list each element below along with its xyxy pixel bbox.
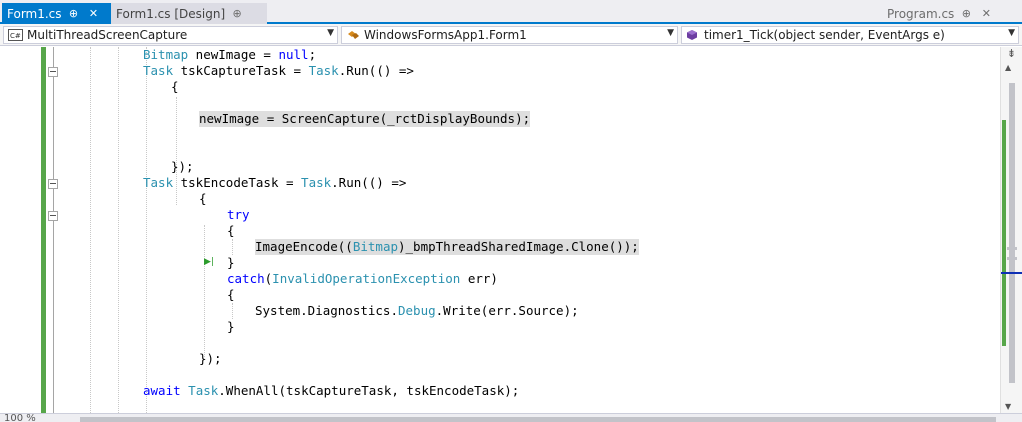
code-line: Bitmap newImage = null; — [143, 47, 317, 62]
method-icon — [686, 29, 700, 41]
csharp-project-icon: C# — [8, 29, 23, 41]
code-line: }); — [199, 351, 222, 366]
code-line: try — [227, 207, 250, 222]
type-name: WindowsFormsApp1.Form1 — [364, 28, 527, 42]
indent-guide — [232, 239, 233, 255]
code-line: catch(InvalidOperationException err) — [227, 271, 498, 286]
indent-guide — [232, 303, 233, 319]
code-line: { — [199, 191, 207, 206]
svg-text:C#: C# — [10, 32, 21, 40]
type-dropdown[interactable]: WindowsFormsApp1.Form1 ▼ — [341, 26, 678, 44]
chevron-down-icon: ▼ — [1008, 28, 1015, 38]
change-tracking-margin — [41, 47, 46, 413]
tab-close-icon[interactable]: ✕ — [86, 7, 102, 20]
indent-guide — [118, 47, 119, 413]
tab-close-icon[interactable]: ✕ — [978, 7, 994, 20]
tab-pin-icon[interactable]: ⊕ — [958, 7, 974, 20]
tab-form1-cs[interactable]: Form1.cs ⊕ ✕ — [2, 3, 111, 24]
code-line-highlighted: newImage = ScreenCapture(_rctDisplayBoun… — [199, 111, 531, 127]
member-name: timer1_Tick(object sender, EventArgs e) — [704, 28, 945, 42]
member-dropdown[interactable]: timer1_Tick(object sender, EventArgs e) … — [681, 26, 1019, 44]
collapse-icon[interactable] — [48, 211, 58, 221]
tab-form1-design[interactable]: Form1.cs [Design] ⊕ — [111, 3, 267, 24]
tab-label: Program.cs — [887, 6, 955, 21]
code-line: }); — [171, 159, 194, 174]
code-line: } — [227, 319, 235, 334]
scroll-up-icon[interactable]: ▲ — [1005, 63, 1011, 72]
code-line: System.Diagnostics.Debug.Write(err.Sourc… — [255, 303, 579, 318]
tab-label: Form1.cs [Design] — [116, 6, 226, 21]
scrollbar-caret-marker — [1001, 272, 1022, 274]
next-statement-icon[interactable]: ▶| — [204, 256, 218, 268]
outline-line — [53, 47, 54, 413]
chevron-down-icon: ▼ — [667, 28, 674, 38]
code-editor[interactable]: Bitmap newImage = null; Task tskCaptureT… — [0, 47, 1000, 413]
scrollbar-highlight-marker — [1007, 257, 1017, 260]
tab-pin-icon[interactable]: ⊕ — [229, 7, 245, 20]
scrollbar-highlight-marker — [1007, 247, 1017, 250]
code-line: { — [227, 223, 235, 238]
horizontal-scrollbar-thumb[interactable] — [80, 417, 996, 422]
tab-label: Form1.cs — [7, 6, 62, 21]
vertical-scrollbar[interactable]: ⇟ ▲ ▼ — [1000, 47, 1022, 413]
scrollbar-change-markers — [1002, 120, 1006, 346]
chevron-down-icon: ▼ — [327, 28, 334, 38]
code-line: { — [227, 287, 235, 302]
indent-guide — [146, 47, 147, 413]
scroll-down-icon[interactable]: ▼ — [1005, 402, 1011, 411]
code-line-highlighted: ImageEncode((Bitmap)_bmpThreadSharedImag… — [255, 239, 639, 255]
project-dropdown[interactable]: C# MultiThreadScreenCapture ▼ — [3, 26, 338, 44]
indent-guide — [90, 47, 91, 413]
zoom-level[interactable]: 100 % — [4, 414, 36, 422]
document-tab-strip: Form1.cs ⊕ ✕ Form1.cs [Design] ⊕ Program… — [0, 0, 1022, 24]
project-name: MultiThreadScreenCapture — [27, 28, 188, 42]
tab-pin-icon[interactable]: ⊕ — [66, 7, 82, 20]
code-line: await Task.WhenAll(tskCaptureTask, tskEn… — [143, 383, 520, 398]
scrollbar-thumb[interactable] — [1009, 83, 1015, 383]
class-icon — [346, 29, 360, 41]
code-line: Task tskEncodeTask = Task.Run(() => — [143, 175, 407, 190]
code-line: { — [171, 79, 179, 94]
indent-guide — [204, 225, 205, 357]
editor-bottom-bar: 100 % — [0, 413, 1022, 422]
split-view-icon[interactable]: ⇟ — [1004, 47, 1019, 61]
navigation-bar: C# MultiThreadScreenCapture ▼ WindowsFor… — [0, 24, 1022, 46]
tab-program-cs[interactable]: Program.cs ⊕ ✕ — [884, 3, 994, 24]
code-line: } — [227, 255, 235, 270]
code-line: Task tskCaptureTask = Task.Run(() => — [143, 63, 414, 78]
collapse-icon[interactable] — [48, 67, 58, 77]
collapse-icon[interactable] — [48, 179, 58, 189]
